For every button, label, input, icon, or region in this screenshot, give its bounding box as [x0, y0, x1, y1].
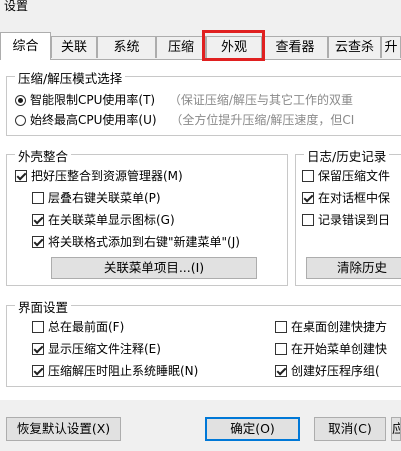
tab-viewer[interactable]: 查看器: [262, 36, 328, 58]
shell-group: 外壳整合 把好压整合到资源管理器(M) 层叠右键关联菜单(P) 在关联菜单显示图…: [6, 146, 288, 286]
ui-desktop-shortcut-label: 在桌面创建快捷方: [291, 320, 388, 334]
clear-history-button[interactable]: 清除历史: [306, 257, 401, 279]
restore-defaults-button[interactable]: 恢复默认设置(X): [6, 417, 121, 441]
settings-panel: 压缩/解压模式选择 智能限制CPU使用率(T) （保证压缩/解压与其它工作的双重…: [0, 59, 401, 400]
tab-general[interactable]: 综合: [0, 32, 51, 60]
ui-prevent-sleep[interactable]: 压缩解压时阻止系统睡眠(N): [32, 362, 198, 380]
assoc-menu-items-button[interactable]: 关联菜单项目...(I): [51, 257, 257, 279]
tab-cloud-scan[interactable]: 云查杀: [328, 36, 381, 58]
ui-group-title: 界面设置: [15, 297, 72, 316]
checkbox-always-top[interactable]: [32, 321, 44, 333]
log-errors[interactable]: 记录错误到日: [302, 211, 390, 229]
ui-start-menu[interactable]: 在开始菜单创建快: [275, 340, 387, 358]
shell-icons[interactable]: 在关联菜单显示图标(G): [32, 211, 175, 229]
tab-upgrade[interactable]: 升: [381, 36, 401, 58]
checkbox-start-menu[interactable]: [275, 343, 287, 355]
ui-program-group-label: 创建好压程序组(: [291, 364, 380, 378]
mode-group-title: 压缩/解压模式选择: [15, 68, 126, 87]
ui-program-group[interactable]: 创建好压程序组(: [275, 362, 380, 380]
tab-system[interactable]: 系统: [97, 36, 156, 58]
shell-icons-label: 在关联菜单显示图标(G): [48, 213, 175, 227]
tab-strip: 综合 关联 系统 压缩 外观 查看器 云查杀 升: [0, 32, 401, 60]
shell-integrate-label: 把好压整合到资源管理器(M): [31, 169, 183, 183]
checkbox-newmenu[interactable]: [32, 236, 44, 248]
log-dialog-label: 在对话框中保: [318, 191, 391, 205]
mode-option-smart[interactable]: 智能限制CPU使用率(T) （保证压缩/解压与其它工作的双重: [15, 91, 353, 109]
log-group-title: 日志/历史记录: [304, 146, 390, 165]
cancel-button[interactable]: 取消(C): [314, 417, 386, 441]
shell-newmenu[interactable]: 将关联格式添加到右键"新建菜单"(J): [32, 233, 240, 251]
ui-prevent-sleep-label: 压缩解压时阻止系统睡眠(N): [48, 364, 199, 378]
checkbox-show-comment[interactable]: [32, 343, 44, 355]
shell-newmenu-label: 将关联格式添加到右键"新建菜单"(J): [48, 235, 240, 249]
log-dialog[interactable]: 在对话框中保: [302, 189, 390, 207]
checkbox-prevent-sleep[interactable]: [32, 365, 44, 377]
ui-desktop-shortcut[interactable]: 在桌面创建快捷方: [275, 318, 387, 336]
radio-max[interactable]: [15, 115, 26, 126]
shell-integrate[interactable]: 把好压整合到资源管理器(M): [15, 167, 183, 185]
checkbox-program-group[interactable]: [275, 365, 287, 377]
checkbox-dialog[interactable]: [302, 192, 314, 204]
checkbox-desktop-shortcut[interactable]: [275, 321, 287, 333]
log-keep[interactable]: 保留压缩文件: [302, 167, 390, 185]
checkbox-keep[interactable]: [302, 170, 314, 182]
tab-compress[interactable]: 压缩: [156, 36, 206, 58]
mode-option-smart-hint: （保证压缩/解压与其它工作的双重: [168, 93, 353, 107]
radio-smart[interactable]: [15, 95, 26, 106]
mode-option-max-hint: （全方位提升压缩/解压速度，但CI: [170, 113, 355, 127]
checkbox-integrate[interactable]: [15, 170, 27, 182]
checkbox-errors[interactable]: [302, 214, 314, 226]
window-title: 设置: [4, 0, 29, 13]
shell-group-title: 外壳整合: [15, 146, 72, 165]
mode-group: 压缩/解压模式选择 智能限制CPU使用率(T) （保证压缩/解压与其它工作的双重…: [6, 68, 401, 136]
mode-option-max-label: 始终最高CPU使用率(U): [30, 113, 157, 127]
shell-cascade[interactable]: 层叠右键关联菜单(P): [32, 189, 161, 207]
log-errors-label: 记录错误到日: [318, 213, 391, 227]
apply-button[interactable]: 应: [391, 417, 401, 441]
ui-show-comment-label: 显示压缩文件注释(E): [48, 342, 161, 356]
ui-always-top[interactable]: 总在最前面(F): [32, 318, 124, 336]
mode-option-max[interactable]: 始终最高CPU使用率(U) （全方位提升压缩/解压速度，但CI: [15, 111, 354, 129]
tab-association[interactable]: 关联: [51, 36, 97, 58]
ui-always-top-label: 总在最前面(F): [48, 320, 125, 334]
shell-cascade-label: 层叠右键关联菜单(P): [48, 191, 161, 205]
ui-start-menu-label: 在开始菜单创建快: [291, 342, 388, 356]
tab-appearance[interactable]: 外观: [206, 36, 262, 58]
ui-group: 界面设置 总在最前面(F) 显示压缩文件注释(E) 压缩解压时阻止系统睡眠(N)…: [6, 297, 401, 387]
checkbox-icons[interactable]: [32, 214, 44, 226]
log-keep-label: 保留压缩文件: [318, 169, 391, 183]
ui-show-comment[interactable]: 显示压缩文件注释(E): [32, 340, 161, 358]
ok-button[interactable]: 确定(O): [205, 417, 300, 441]
checkbox-cascade[interactable]: [32, 192, 44, 204]
mode-option-smart-label: 智能限制CPU使用率(T): [30, 93, 156, 107]
log-group: 日志/历史记录 保留压缩文件 在对话框中保 记录错误到日 清除历史: [295, 146, 401, 286]
